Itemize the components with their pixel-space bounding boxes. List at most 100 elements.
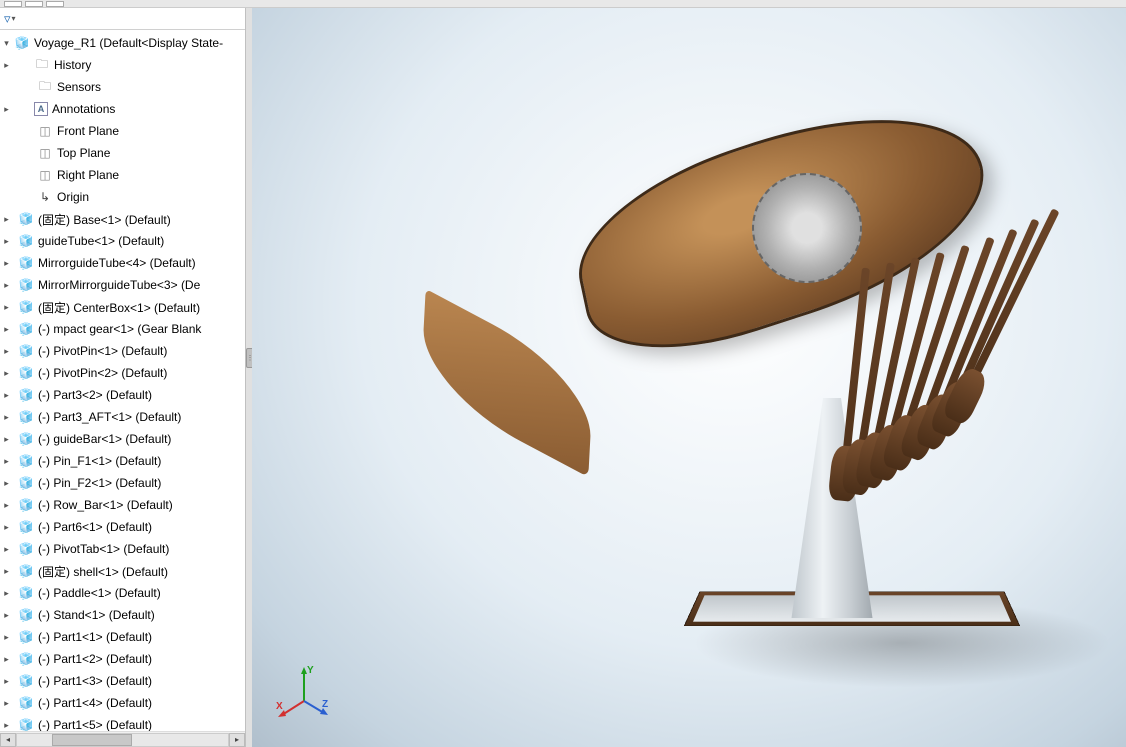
feature-tree[interactable]: ▾ 🧊 Voyage_R1 (Default<Display State- ▸ 🗀… — [0, 30, 245, 731]
expander-icon[interactable]: ▸ — [2, 655, 11, 664]
horizontal-scrollbar[interactable]: ◂ ▸ — [0, 731, 245, 747]
expander-icon[interactable]: ▸ — [2, 391, 11, 400]
tree-node[interactable]: ▸🧊(-) Pin_F1<1> (Default) — [0, 450, 245, 472]
tree-node-label: Top Plane — [57, 146, 110, 160]
tree-root-node[interactable]: ▾ 🧊 Voyage_R1 (Default<Display State- — [0, 32, 245, 54]
tree-node[interactable]: ▸🧊(-) Part1<4> (Default) — [0, 692, 245, 714]
tree-node[interactable]: ◫ Front Plane — [0, 120, 245, 142]
expander-icon[interactable]: ▸ — [2, 501, 11, 510]
expander-icon[interactable]: ▸ — [2, 611, 11, 620]
part-icon: 🧊 — [18, 475, 34, 491]
graphics-viewport[interactable]: Y X Z — [252, 8, 1126, 747]
expander-icon[interactable]: ▸ — [2, 435, 11, 444]
part-icon: 🧊 — [18, 717, 34, 731]
scroll-track[interactable] — [16, 733, 229, 747]
tree-node[interactable]: ▸🧊(-) Row_Bar<1> (Default) — [0, 494, 245, 516]
part-icon: 🧊 — [18, 497, 34, 513]
tree-node[interactable]: ▸🧊(-) Pin_F2<1> (Default) — [0, 472, 245, 494]
tree-node[interactable]: ▸🧊(-) Part1<3> (Default) — [0, 670, 245, 692]
tree-node[interactable]: ▸🧊(-) guideBar<1> (Default) — [0, 428, 245, 450]
expander-icon[interactable]: ▸ — [2, 523, 11, 532]
plane-icon: ◫ — [37, 167, 53, 183]
tree-node[interactable]: ▸🧊MirrorMirrorguideTube<3> (De — [0, 274, 245, 296]
main-area: ▿ ▾ ▾ 🧊 Voyage_R1 (Default<Display State… — [0, 8, 1126, 747]
expander-icon[interactable]: ▸ — [2, 633, 11, 642]
view-orientation-triad[interactable]: Y X Z — [274, 663, 334, 723]
expander-icon[interactable]: ▸ — [2, 479, 11, 488]
expander-icon[interactable]: ▸ — [2, 457, 11, 466]
expander-icon[interactable]: ▸ — [2, 237, 11, 246]
tree-node-label: (-) mpact gear<1> (Gear Blank — [38, 322, 201, 336]
tree-node[interactable]: ▸🧊(-) Part3<2> (Default) — [0, 384, 245, 406]
tree-node[interactable]: ▸🧊(-) mpact gear<1> (Gear Blank — [0, 318, 245, 340]
filter-dropdown-icon[interactable]: ▾ — [12, 14, 16, 23]
tree-node[interactable]: ↳Origin — [0, 186, 245, 208]
tree-node[interactable]: 🗀Sensors — [0, 76, 245, 98]
expander-icon[interactable]: ▸ — [2, 413, 11, 422]
expander-icon[interactable]: ▸ — [2, 215, 11, 224]
expander-icon[interactable]: ▸ — [2, 347, 11, 356]
tree-node[interactable]: ▸ 🗀 History — [0, 54, 245, 76]
tree-node-label: Front Plane — [57, 124, 119, 138]
expander-icon[interactable]: ▸ — [2, 699, 11, 708]
expander-icon[interactable]: ▸ — [2, 281, 11, 290]
tree-node[interactable]: ▸AAnnotations — [0, 98, 245, 120]
tree-node[interactable]: ▸🧊guideTube<1> (Default) — [0, 230, 245, 252]
plane-icon: ◫ — [37, 123, 53, 139]
tree-node-label: Origin — [57, 190, 89, 204]
tree-node[interactable]: ▸🧊(固定) shell<1> (Default) — [0, 560, 245, 582]
expander-icon — [2, 149, 14, 158]
tree-node[interactable]: ▸ 🧊 (-) Stand<1> (Default) — [0, 604, 245, 626]
tree-node[interactable]: ▸🧊(固定) Base<1> (Default) — [0, 208, 245, 230]
toolbar-button[interactable] — [46, 1, 64, 7]
part-icon: 🧊 — [18, 585, 34, 601]
expander-icon[interactable]: ▸ — [2, 545, 11, 554]
tree-node[interactable]: ▸🧊(-) PivotTab<1> (Default) — [0, 538, 245, 560]
expander-icon[interactable]: ▸ — [2, 589, 11, 598]
expander-icon[interactable]: ▸ — [2, 61, 11, 70]
plane-icon: ◫ — [37, 145, 53, 161]
expander-icon[interactable]: ▸ — [2, 325, 11, 334]
expander-icon[interactable]: ▸ — [2, 303, 11, 312]
tree-node[interactable]: ▸🧊(-) Part1<2> (Default) — [0, 648, 245, 670]
tree-node[interactable]: ▸🧊MirrorguideTube<4> (Default) — [0, 252, 245, 274]
folder-icon: 🗀 — [34, 57, 50, 73]
tree-node[interactable]: ◫Right Plane — [0, 164, 245, 186]
part-icon: 🧊 — [18, 541, 34, 557]
toolbar-button[interactable] — [4, 1, 22, 7]
part-icon: 🧊 — [18, 299, 34, 315]
tree-node[interactable]: ▸🧊(-) Part1<1> (Default) — [0, 626, 245, 648]
filter-bar[interactable]: ▿ ▾ — [0, 8, 245, 30]
scroll-thumb[interactable] — [52, 734, 132, 746]
expander-icon[interactable]: ▸ — [2, 677, 11, 686]
tree-node[interactable]: ▸🧊(-) Part6<1> (Default) — [0, 516, 245, 538]
tree-node-label: (-) Paddle<1> (Default) — [38, 586, 161, 600]
tree-node-label: (-) Stand<1> (Default) — [38, 608, 155, 622]
expander-icon[interactable]: ▾ — [2, 39, 11, 48]
tree-node[interactable]: ▸🧊(-) PivotPin<2> (Default) — [0, 362, 245, 384]
tree-node[interactable]: ▸🧊(固定) CenterBox<1> (Default) — [0, 296, 245, 318]
tree-node[interactable]: ◫ Top Plane — [0, 142, 245, 164]
tree-node[interactable]: ▸ 🧊 (-) Paddle<1> (Default) — [0, 582, 245, 604]
toolbar-button[interactable] — [25, 1, 43, 7]
expander-icon[interactable]: ▸ — [2, 259, 11, 268]
part-icon: 🧊 — [18, 607, 34, 623]
expander-icon[interactable]: ▸ — [2, 105, 11, 114]
feature-manager-panel: ▿ ▾ ▾ 🧊 Voyage_R1 (Default<Display State… — [0, 8, 246, 747]
tree-node[interactable]: ▸🧊(-) PivotPin<1> (Default) — [0, 340, 245, 362]
model-render — [392, 38, 1092, 598]
triad-y-label: Y — [307, 665, 314, 676]
tree-node-label: MirrorguideTube<4> (Default) — [38, 256, 196, 270]
tree-node-label: (-) Part3_AFT<1> (Default) — [38, 410, 181, 424]
part-icon: 🧊 — [18, 651, 34, 667]
expander-icon[interactable]: ▸ — [2, 567, 11, 576]
tree-node-label: History — [54, 58, 91, 72]
part-icon: 🧊 — [18, 277, 34, 293]
expander-icon[interactable]: ▸ — [2, 369, 11, 378]
scroll-left-button[interactable]: ◂ — [0, 733, 16, 747]
tree-node[interactable]: ▸🧊(-) Part1<5> (Default) — [0, 714, 245, 731]
part-icon: 🧊 — [18, 695, 34, 711]
scroll-right-button[interactable]: ▸ — [229, 733, 245, 747]
expander-icon[interactable]: ▸ — [2, 721, 11, 730]
tree-node[interactable]: ▸🧊(-) Part3_AFT<1> (Default) — [0, 406, 245, 428]
